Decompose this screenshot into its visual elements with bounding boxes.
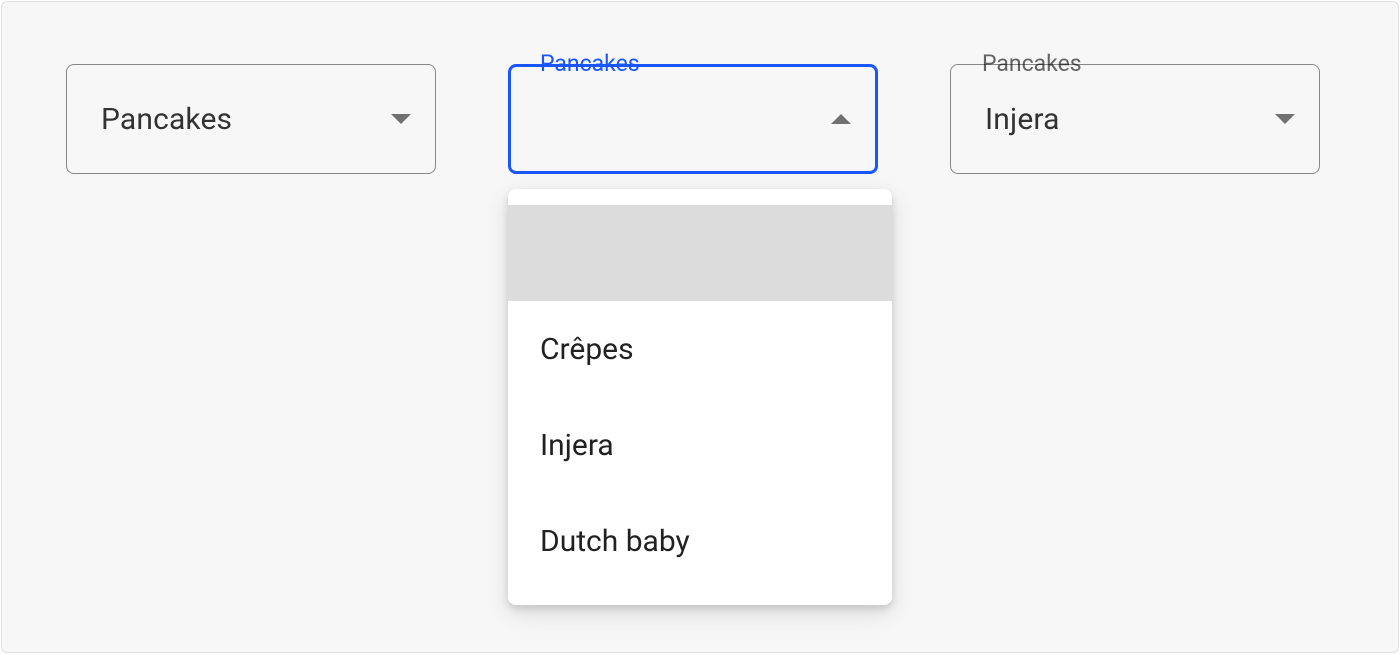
select-input[interactable]: Injera <box>950 64 1320 174</box>
chevron-down-icon <box>1275 114 1295 124</box>
menu-option-label: Dutch baby <box>540 524 690 559</box>
select-pancakes-closed: Pancakes <box>66 64 436 174</box>
menu-option-crepes[interactable]: Crêpes <box>508 301 892 397</box>
chevron-down-icon <box>391 114 411 124</box>
chevron-up-icon <box>831 114 851 124</box>
select-input[interactable]: Pancakes <box>66 64 436 174</box>
select-pancakes-value: Pancakes Injera <box>950 64 1320 174</box>
menu-option-empty[interactable] <box>508 205 892 301</box>
menu-option-label: Crêpes <box>540 332 634 367</box>
menu-option-label: Injera <box>540 428 614 463</box>
select-pancakes-open: Pancakes Crêpes Injera Dutch baby <box>508 64 878 174</box>
select-input[interactable] <box>508 64 878 174</box>
menu-option-injera[interactable]: Injera <box>508 397 892 493</box>
select-menu: Crêpes Injera Dutch baby <box>508 189 892 605</box>
select-value: Injera <box>985 102 1275 137</box>
select-value: Pancakes <box>101 102 391 137</box>
demo-panel: Pancakes Pancakes Crêpes Injera Dutch ba… <box>1 1 1399 653</box>
menu-option-dutch-baby[interactable]: Dutch baby <box>508 493 892 589</box>
